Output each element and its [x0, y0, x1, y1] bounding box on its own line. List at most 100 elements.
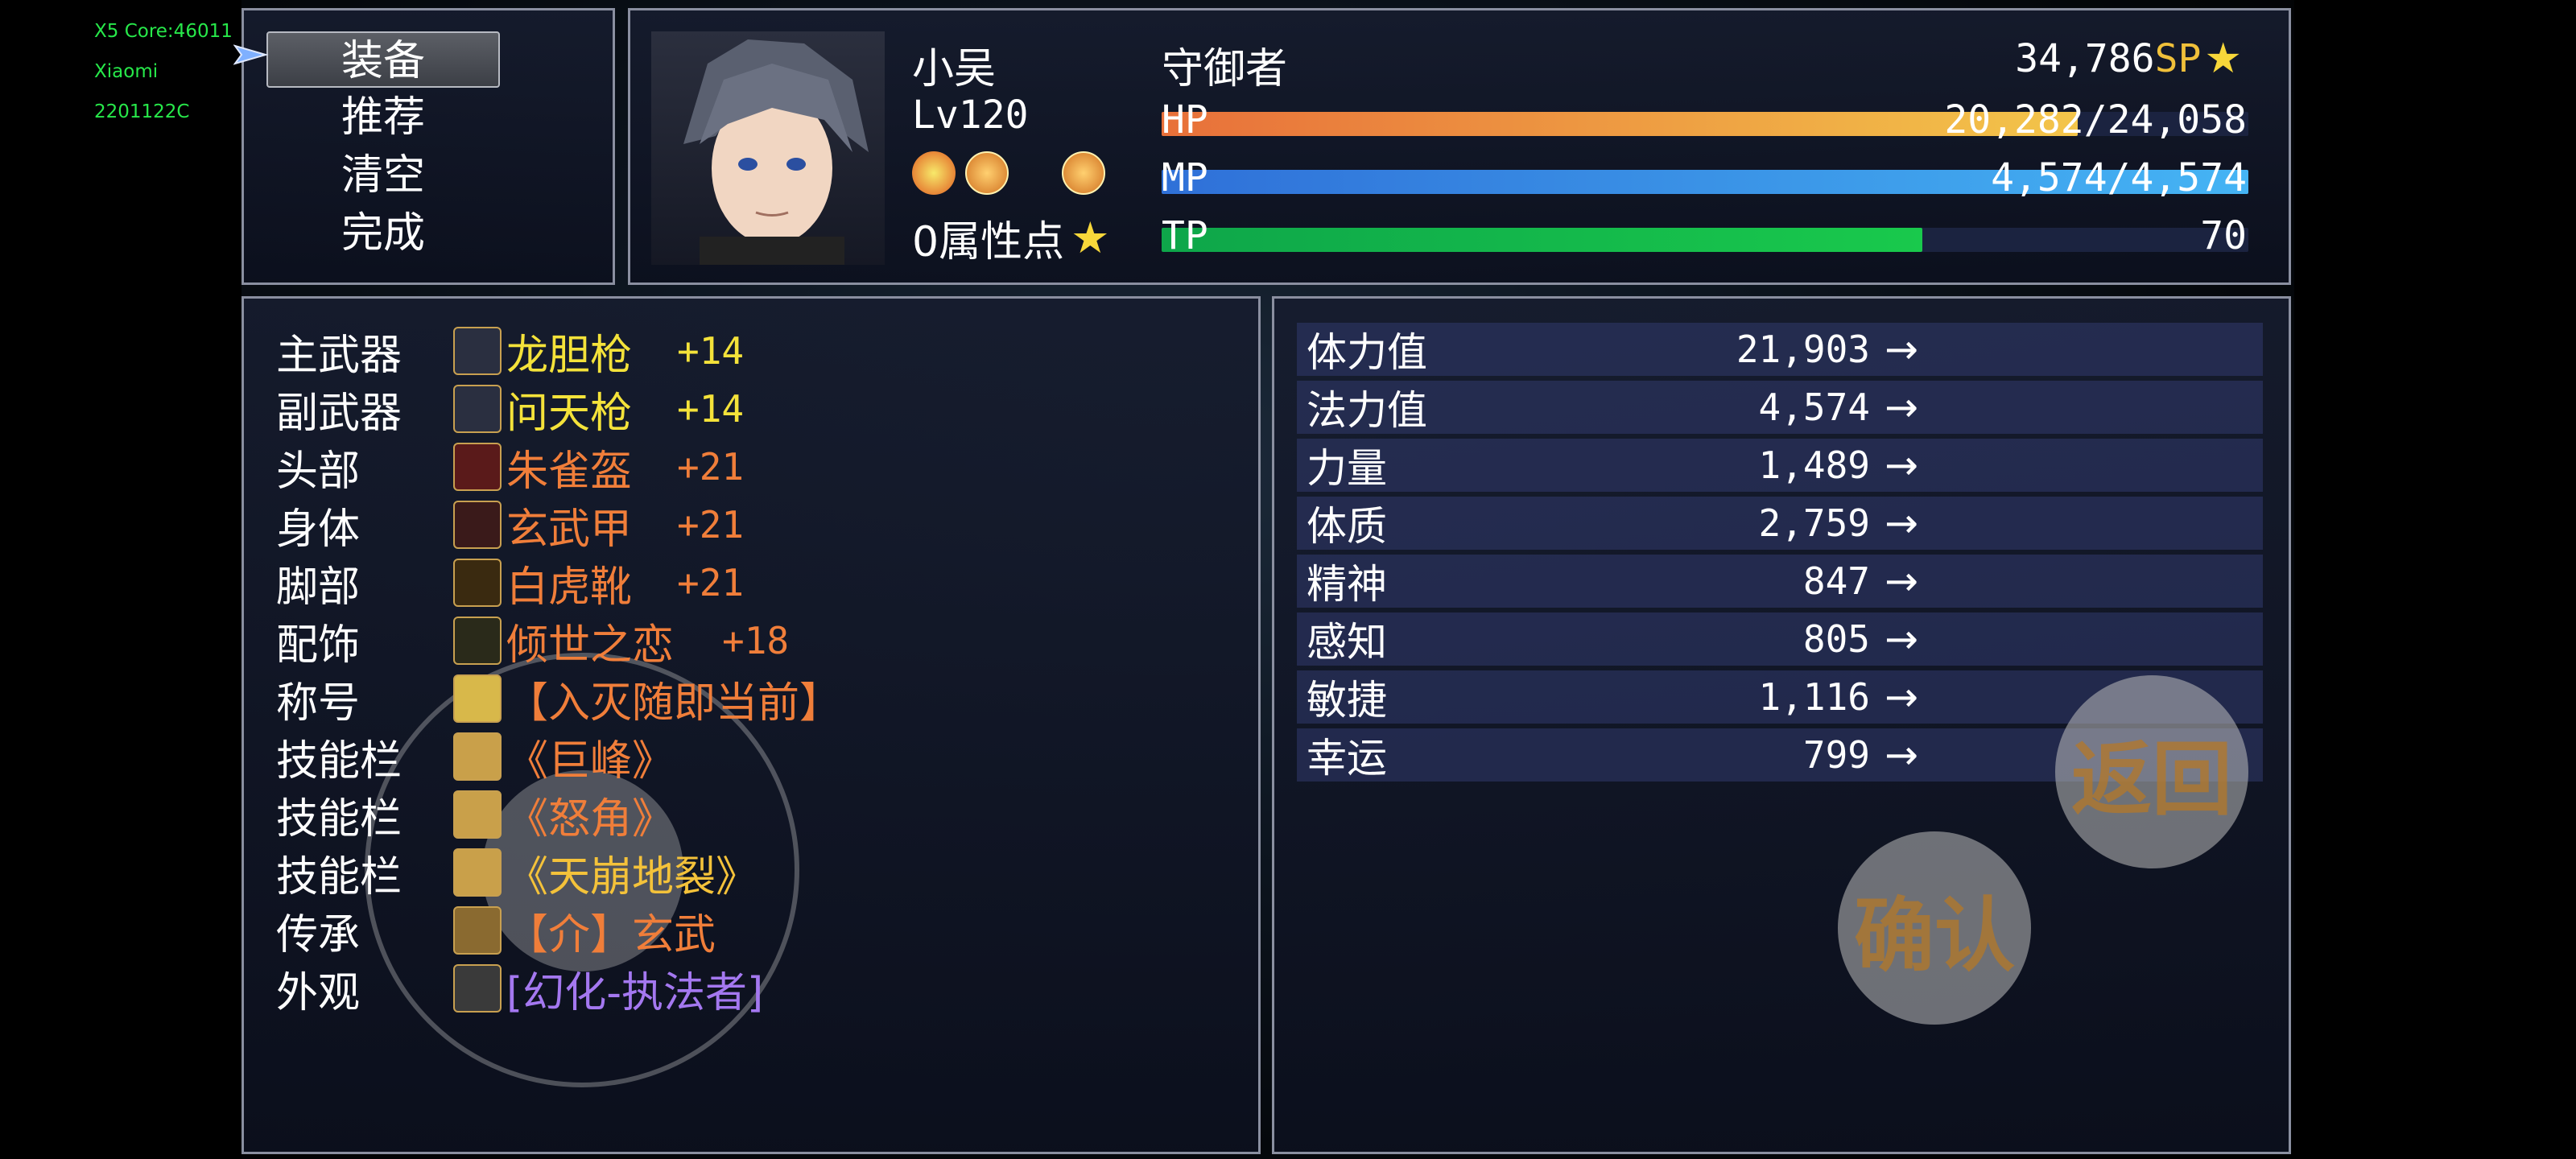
stat-row: 精神 847 → — [1297, 555, 2263, 608]
inherit-icon — [453, 906, 502, 955]
orange-orb-icon — [1062, 151, 1105, 195]
menu-equip[interactable]: 装备 — [266, 31, 500, 88]
arrow-right-icon: → — [1885, 326, 1918, 373]
arrow-right-icon: → — [1885, 558, 1918, 604]
equipment-window: 主武器 龙胆枪 +14 副武器 问天枪 +14 头部 朱雀盔 +21 身体 玄武甲 +21 脚部 白虎靴 +… — [242, 296, 1261, 1154]
tp-value: 70 — [2200, 213, 2247, 258]
arrow-right-icon: → — [1885, 616, 1918, 662]
item-name: 白虎靴 — [506, 563, 633, 612]
stat-name: 幸运 — [1307, 735, 1387, 782]
mp-value: 4,574/4,574 — [1991, 155, 2247, 200]
item-plus: +21 — [677, 561, 745, 604]
slot-label: 技能栏 — [276, 736, 402, 786]
stat-value: 2,759 — [1758, 501, 1870, 545]
slot-label: 身体 — [276, 505, 361, 554]
item-plus: +21 — [677, 445, 745, 489]
equip-slot-row[interactable]: 技能栏 《天崩地裂》 — [276, 844, 758, 901]
cursor-arrow-icon — [233, 44, 269, 65]
debug-core: X5 Core:46011 — [94, 21, 233, 42]
stat-row: 力量 1,489 → — [1297, 439, 2263, 492]
equip-slot-row[interactable]: 主武器 龙胆枪 +14 — [276, 323, 745, 380]
command-window: 装备 推荐 清空 完成 — [242, 8, 615, 285]
item-name: 倾世之恋 — [506, 621, 675, 670]
slot-label: 外观 — [276, 968, 361, 1017]
spear-icon — [453, 327, 502, 375]
actor-class: 守御者 — [1162, 45, 1288, 93]
equip-slot-row[interactable]: 头部 朱雀盔 +21 — [276, 439, 745, 496]
menu-recommend[interactable]: 推荐 — [266, 89, 500, 146]
character-portrait — [651, 31, 885, 265]
skill-icon — [453, 848, 502, 897]
stat-name: 力量 — [1307, 445, 1387, 492]
slot-label: 传承 — [276, 910, 361, 959]
stat-value: 847 — [1802, 559, 1870, 603]
helmet-icon — [453, 443, 502, 491]
equip-slot-row[interactable]: 技能栏 《怒角》 — [276, 786, 674, 843]
arrow-right-icon: → — [1885, 384, 1918, 431]
stat-name: 法力值 — [1307, 387, 1427, 434]
sp-display: 34,786 SP ★ — [2015, 35, 2242, 83]
slot-label: 技能栏 — [276, 852, 402, 901]
orange-orb-icon — [965, 151, 1009, 195]
equip-slot-row[interactable]: 脚部 白虎靴 +21 — [276, 555, 745, 612]
sp-value: 34,786 — [2015, 36, 2155, 81]
boots-icon — [453, 559, 502, 607]
item-name: 朱雀盔 — [506, 447, 633, 496]
equip-slot-row[interactable]: 副武器 问天枪 +14 — [276, 381, 744, 438]
back-button[interactable]: 返回 — [2055, 675, 2248, 868]
costume-icon — [453, 964, 502, 1013]
equip-slot-row[interactable]: 配饰 倾世之恋 +18 — [276, 612, 789, 670]
spear-icon — [453, 385, 502, 433]
accessory-icon — [453, 617, 502, 665]
equip-slot-row[interactable]: 传承 【介】玄武 — [276, 902, 716, 959]
stat-row: 感知 805 → — [1297, 612, 2263, 666]
debug-brand: Xiaomi — [94, 61, 159, 82]
item-plus: +14 — [677, 329, 745, 373]
state-icons — [912, 151, 1105, 195]
item-name: 龙胆枪 — [506, 331, 633, 380]
attr-points-row: 0属性点 ★ — [912, 208, 1110, 268]
arrow-right-icon: → — [1885, 500, 1918, 547]
stat-row: 法力值 4,574 → — [1297, 381, 2263, 434]
equip-slot-row[interactable]: 外观 [幻化-执法者] — [276, 960, 763, 1017]
title-icon — [453, 674, 502, 723]
actor-name: 小吴 — [912, 45, 997, 93]
actor-level: Lv120 — [912, 93, 1029, 138]
stat-value: 4,574 — [1758, 386, 1870, 429]
arrow-right-icon: → — [1885, 442, 1918, 489]
stat-row: 体质 2,759 → — [1297, 497, 2263, 550]
stat-name: 精神 — [1307, 561, 1387, 608]
item-name: 【入灭随即当前】 — [506, 678, 842, 728]
sp-stars-icon: ★ — [2204, 35, 2242, 83]
tp-bar-fill — [1162, 228, 1922, 252]
hp-value: 20,282/24,058 — [1944, 97, 2247, 142]
attr-points: 0属性点 — [912, 218, 1065, 266]
slot-label: 技能栏 — [276, 794, 402, 843]
slot-label: 主武器 — [276, 331, 402, 380]
slot-label: 头部 — [276, 447, 361, 496]
equip-slot-row[interactable]: 身体 玄武甲 +21 — [276, 497, 744, 554]
item-name: 【介】玄武 — [506, 910, 716, 959]
item-name: 《天崩地裂》 — [506, 852, 758, 901]
armor-icon — [453, 501, 502, 549]
slot-label: 脚部 — [276, 563, 361, 612]
item-name: [幻化-执法者] — [506, 968, 764, 1017]
equip-slot-row[interactable]: 技能栏 《巨峰》 — [276, 728, 675, 786]
arrow-right-icon: → — [1885, 674, 1918, 720]
equip-slot-row[interactable]: 称号 【入灭随即当前】 — [276, 670, 842, 728]
debug-model: 2201122C — [94, 101, 190, 122]
tp-bar — [1162, 228, 2248, 252]
slot-label: 副武器 — [276, 389, 402, 438]
item-name: 玄武甲 — [506, 505, 633, 554]
slot-label: 配饰 — [276, 621, 361, 670]
item-name: 《怒角》 — [506, 794, 675, 843]
stat-name: 感知 — [1307, 619, 1387, 666]
stat-value: 799 — [1802, 733, 1870, 777]
confirm-button[interactable]: 确认 — [1838, 831, 2031, 1025]
item-name: 《巨峰》 — [506, 736, 675, 786]
skill-icon — [453, 732, 502, 781]
stat-value: 805 — [1802, 617, 1870, 661]
hp-bar-fill — [1162, 112, 2079, 136]
menu-done[interactable]: 完成 — [266, 205, 500, 262]
menu-clear[interactable]: 清空 — [266, 147, 500, 204]
